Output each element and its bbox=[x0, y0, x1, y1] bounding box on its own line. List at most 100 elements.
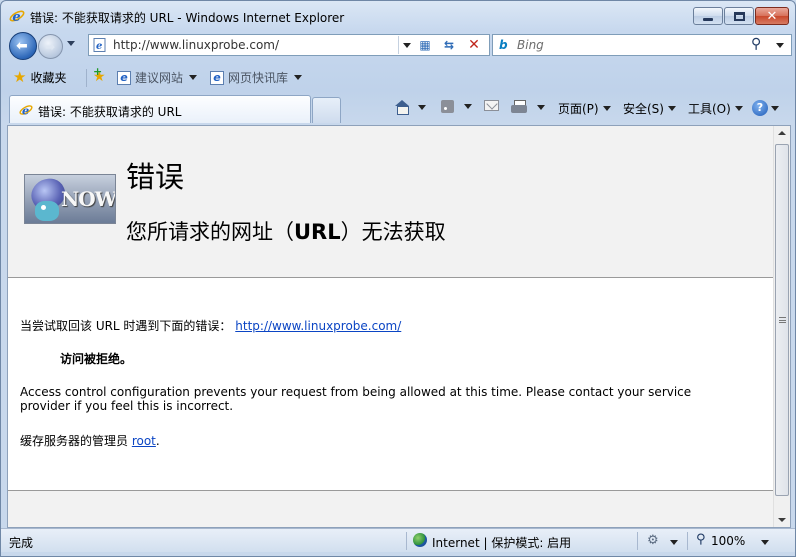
search-box[interactable]: b Bing ⚲ bbox=[492, 34, 792, 56]
grip-icon bbox=[779, 317, 786, 323]
minimize-button[interactable] bbox=[693, 7, 723, 25]
window-title: 错误: 不能获取请求的 URL - Windows Internet Explo… bbox=[30, 11, 345, 25]
ie-logo-icon: e bbox=[9, 10, 25, 24]
search-icon[interactable]: ⚲ bbox=[751, 36, 761, 52]
scroll-down-icon[interactable] bbox=[778, 518, 786, 522]
stop-button[interactable]: ✕ bbox=[463, 36, 485, 54]
error-message-line-1: Access control configuration prevents yo… bbox=[20, 385, 692, 399]
favorites-star-icon: ★ bbox=[13, 68, 27, 86]
intro-paragraph: 当尝试取回该 URL 时遇到下面的错误： http://www.linuxpro… bbox=[20, 317, 401, 334]
maximize-icon bbox=[725, 8, 753, 24]
chevron-down-icon bbox=[294, 75, 303, 80]
tools-menu-label: 工具(O) bbox=[688, 102, 731, 116]
security-zone[interactable]: Internet | 保护模式: 启用 bbox=[432, 534, 571, 551]
status-divider bbox=[406, 532, 407, 550]
svg-text:e: e bbox=[96, 41, 102, 52]
page-icon: e bbox=[93, 38, 106, 52]
favorite-item-label: 建议网站 bbox=[135, 71, 184, 85]
refresh-icon: ⇆ bbox=[443, 38, 455, 52]
page-menu-label: 页面(P) bbox=[558, 102, 599, 116]
safety-menu[interactable]: 安全(S) bbox=[623, 100, 676, 117]
vertical-scrollbar[interactable] bbox=[773, 126, 790, 527]
maximize-button[interactable] bbox=[724, 7, 754, 25]
error-footer bbox=[8, 490, 774, 527]
admin-paragraph: 缓存服务器的管理员 root. bbox=[20, 432, 160, 449]
chevron-down-icon bbox=[667, 106, 676, 111]
subtitle-prefix: 您所请求的网址（ bbox=[126, 220, 294, 244]
read-mail-button[interactable] bbox=[484, 100, 499, 111]
status-bar: 完成 Internet | 保护模式: 启用 ⚙ ⚲ 100% bbox=[1, 528, 795, 552]
print-button[interactable] bbox=[511, 100, 545, 114]
navigation-bar: ⬅ ➡ e http://www.linuxprobe.com/ ▦ ⇆ ✕ b… bbox=[1, 31, 795, 61]
status-divider bbox=[687, 532, 688, 550]
home-button[interactable] bbox=[394, 100, 426, 115]
help-button[interactable]: ? bbox=[752, 100, 779, 116]
page-content[interactable]: NOW 错误 您所请求的网址（URL）无法获取 当尝试取回该 URL 时遇到下面… bbox=[7, 125, 791, 528]
svg-text:e: e bbox=[12, 10, 20, 24]
search-input[interactable]: Bing bbox=[517, 38, 544, 52]
chevron-down-icon[interactable] bbox=[761, 540, 769, 545]
requested-url-link[interactable]: http://www.linuxprobe.com/ bbox=[235, 319, 401, 333]
subtitle-suffix: ）无法获取 bbox=[340, 220, 446, 244]
error-header: NOW 错误 您所请求的网址（URL）无法获取 bbox=[8, 126, 774, 278]
favorites-button[interactable]: ★ 收藏夹 bbox=[13, 69, 66, 86]
logo-text: NOW bbox=[61, 187, 116, 211]
favorite-item-web-slice-gallery[interactable]: e 网页快讯库 bbox=[210, 69, 303, 86]
print-icon bbox=[511, 100, 527, 114]
page-title: 错误 bbox=[126, 160, 185, 194]
favorites-label: 收藏夹 bbox=[30, 71, 67, 85]
add-to-favorites-bar-button[interactable]: ★ bbox=[93, 65, 106, 85]
error-detail: 访问被拒绝。 bbox=[60, 352, 133, 366]
address-dropdown-button[interactable] bbox=[398, 36, 413, 54]
help-icon: ? bbox=[752, 100, 768, 116]
tools-menu[interactable]: 工具(O) bbox=[688, 100, 743, 117]
refresh-button[interactable]: ⇆ bbox=[438, 36, 460, 54]
chevron-down-icon[interactable] bbox=[537, 104, 545, 110]
admin-text: 缓存服务器的管理员 bbox=[20, 434, 132, 448]
mail-icon bbox=[484, 100, 499, 111]
chevron-down-icon[interactable] bbox=[418, 104, 426, 110]
svg-text:e: e bbox=[22, 103, 29, 117]
compatibility-view-button[interactable]: ▦ bbox=[414, 36, 436, 54]
recent-pages-dropdown-icon[interactable] bbox=[67, 41, 75, 46]
tab-current[interactable]: e 错误: 不能获取请求的 URL bbox=[9, 95, 311, 123]
chevron-down-icon[interactable] bbox=[670, 540, 678, 545]
ie-page-icon: e bbox=[210, 70, 224, 85]
tab-label: 错误: 不能获取请求的 URL bbox=[38, 105, 182, 119]
intro-text: 当尝试取回该 URL 时遇到下面的错误： bbox=[20, 319, 232, 333]
zoom-icon[interactable]: ⚲ bbox=[696, 532, 706, 547]
zoom-level[interactable]: 100% bbox=[711, 534, 745, 548]
favorite-item-suggested-sites[interactable]: e 建议网站 bbox=[117, 69, 198, 86]
forward-arrow-icon: ➡ bbox=[45, 40, 56, 54]
chevron-down-icon[interactable] bbox=[464, 104, 472, 109]
page-menu[interactable]: 页面(P) bbox=[558, 100, 611, 117]
scroll-up-icon[interactable] bbox=[778, 131, 786, 135]
window-controls: ✕ bbox=[693, 7, 789, 25]
status-text: 完成 bbox=[9, 536, 34, 550]
admin-email-link[interactable]: root bbox=[132, 434, 156, 448]
page-subtitle: 您所请求的网址（URL）无法获取 bbox=[126, 216, 446, 246]
favorite-item-label: 网页快讯库 bbox=[228, 71, 289, 85]
address-input[interactable]: http://www.linuxprobe.com/ bbox=[113, 38, 279, 52]
scrollbar-thumb[interactable] bbox=[775, 144, 789, 496]
chevron-down-icon bbox=[771, 105, 779, 111]
forward-button[interactable]: ➡ bbox=[38, 34, 63, 59]
close-button[interactable]: ✕ bbox=[755, 7, 789, 25]
tab-row: e 错误: 不能获取请求的 URL 页面(P) 安全(S) 工具(O) ? bbox=[1, 93, 795, 125]
search-options-dropdown-icon[interactable] bbox=[776, 43, 784, 48]
safety-menu-label: 安全(S) bbox=[623, 102, 664, 116]
compatibility-view-icon: ▦ bbox=[419, 38, 431, 52]
globe-icon bbox=[413, 533, 427, 547]
new-tab-button[interactable] bbox=[312, 97, 341, 123]
back-button[interactable]: ⬅ bbox=[9, 32, 37, 60]
ie-page-icon: e bbox=[117, 70, 131, 85]
error-message-line-2: provider if you feel this is incorrect. bbox=[20, 399, 234, 413]
chevron-down-icon bbox=[189, 75, 198, 80]
security-settings-icon[interactable]: ⚙ bbox=[647, 533, 659, 548]
back-arrow-icon: ⬅ bbox=[16, 38, 28, 54]
title-bar[interactable]: e 错误: 不能获取请求的 URL - Windows Internet Exp… bbox=[1, 1, 795, 31]
bing-logo-icon: b bbox=[499, 38, 508, 52]
stop-icon: ✕ bbox=[468, 37, 480, 53]
address-bar[interactable]: e http://www.linuxprobe.com/ ▦ ⇆ ✕ bbox=[88, 34, 490, 56]
feeds-button[interactable] bbox=[441, 100, 472, 113]
